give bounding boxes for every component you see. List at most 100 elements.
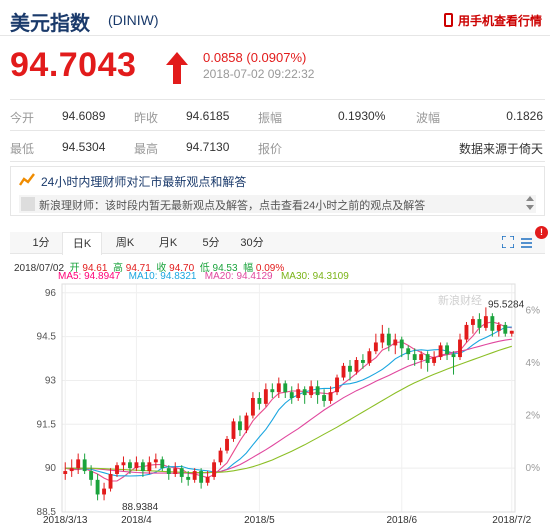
stat-label: 昨收 (134, 111, 159, 125)
candle-body (199, 471, 204, 483)
quote-stats-table: 今开 94.6089 昨收 94.6185 振幅 0.1930% 波幅 0.18… (10, 99, 545, 162)
candle-body (134, 462, 139, 469)
price-change: 0.0858 (0.0907%) (203, 50, 307, 65)
stat-label: 振幅 (258, 111, 283, 125)
index-name: 美元指数 (10, 13, 90, 35)
y-tick-label: 91.5 (37, 419, 57, 430)
ma-line-ma20 (65, 338, 512, 474)
candle-body (115, 465, 119, 474)
candle-body (458, 339, 462, 358)
candle-body (399, 339, 404, 349)
candle-body (335, 377, 339, 393)
tab-30min[interactable]: 30分 (232, 232, 272, 254)
candle-body (231, 421, 236, 439)
stats-row: 最低 94.5304 最高 94.7130 报价 数据来源于倚天 (10, 131, 545, 162)
scroll-down-icon[interactable] (526, 205, 534, 210)
candle-body (328, 392, 333, 401)
candle-body (283, 383, 288, 393)
candle-body (238, 421, 242, 431)
pct-tick-label: 4% (526, 358, 541, 369)
candle-body (140, 462, 145, 472)
candle-body (147, 462, 152, 472)
stat-value: 94.6185 (186, 109, 230, 123)
settings-icon[interactable] (520, 236, 533, 249)
candle-body (380, 333, 385, 343)
advisor-news-panel: 24小时内理财师对汇市最新观点和解答 新浪理财师：该时段内暂无最新观点及解答，点… (10, 166, 545, 216)
candle-body (160, 459, 165, 469)
candle-body (173, 468, 178, 474)
candle-body (89, 471, 94, 480)
candle-body (225, 438, 229, 451)
candle-body (341, 365, 346, 378)
candle-body (244, 415, 249, 431)
stat-label: 波幅 (416, 111, 441, 125)
candle-body (102, 488, 107, 495)
candle-body (503, 324, 508, 334)
candle-body (179, 468, 184, 477)
candle-body (470, 319, 475, 325)
x-tick-label: 2018/4 (121, 515, 152, 526)
pct-tick-label: 6% (526, 305, 541, 316)
tab-weekly-k[interactable]: 周K (106, 232, 144, 254)
candle-body (296, 389, 301, 398)
avatar (21, 197, 35, 211)
candle-body (412, 354, 417, 360)
candle-body (348, 365, 352, 372)
candle-body (509, 330, 514, 334)
candle-body (276, 383, 281, 393)
candle-body (218, 450, 223, 463)
candle-body (63, 471, 68, 474)
pct-tick-label: 2% (526, 411, 541, 422)
y-tick-label: 96 (45, 288, 57, 299)
candle-body (95, 479, 100, 495)
candle-body (322, 395, 327, 401)
phone-icon (443, 13, 453, 27)
index-code: (DINIW) (108, 12, 159, 28)
candle-body (315, 386, 320, 396)
candle-body (257, 398, 262, 404)
candle-body (406, 348, 411, 355)
trend-icon (19, 173, 35, 186)
mobile-view-label: 用手机查看行情 (457, 14, 542, 28)
candle-body (483, 316, 488, 328)
candle-body (425, 354, 430, 363)
news-item[interactable]: 新浪理财师：该时段内暂无最新观点及解答，点击查看24小时之前的观点及解答 (19, 195, 536, 213)
candle-body (69, 468, 74, 472)
notification-badge: ! (535, 226, 548, 239)
candle-body (250, 398, 255, 416)
candle-body (432, 357, 437, 363)
tab-daily-k[interactable]: 日K (62, 232, 102, 255)
stat-value: 94.7130 (186, 140, 230, 154)
candle-body (192, 471, 197, 480)
data-source: 数据来源于倚天 (458, 142, 543, 156)
news-title[interactable]: 24小时内理财师对汇市最新观点和解答 (41, 173, 246, 190)
tab-monthly-k[interactable]: 月K (148, 232, 188, 254)
min-price-label: 88.9384 (122, 502, 159, 513)
candle-body (386, 333, 391, 346)
tab-1min[interactable]: 1分 (22, 232, 60, 254)
mobile-view-link[interactable]: 用手机查看行情 (443, 12, 542, 29)
fullscreen-icon[interactable] (502, 236, 514, 248)
current-price: 94.7043 (10, 46, 137, 84)
kline-chart[interactable]: 9694.59391.59088.52018/3/13 2018/4 2018/5 2… (0, 280, 550, 528)
candle-body (108, 474, 113, 489)
scroll-up-icon[interactable] (526, 196, 534, 201)
candle-body (153, 459, 158, 463)
watermark-text: 新浪财经 (438, 293, 482, 307)
y-tick-label: 94.5 (37, 332, 57, 343)
candle-body (186, 476, 191, 480)
stat-label: 最高 (134, 142, 159, 156)
candle-body (464, 324, 469, 340)
pct-tick-label: 0% (526, 463, 541, 474)
candle-body (289, 392, 294, 398)
stat-value: 0.1826 (506, 109, 543, 123)
candle-body (128, 462, 132, 469)
tab-5min[interactable]: 5分 (192, 232, 230, 254)
max-price-label: 95.5284 (488, 300, 525, 311)
stat-label: 今开 (10, 111, 35, 125)
bar-date: 2018/07/02 (14, 263, 65, 274)
page-header: 美元指数 (DINIW) 用手机查看行情 (0, 0, 550, 36)
stats-row: 今开 94.6089 昨收 94.6185 振幅 0.1930% 波幅 0.18… (10, 100, 545, 131)
stat-label: 最低 (10, 142, 35, 156)
candle-body (367, 351, 372, 363)
